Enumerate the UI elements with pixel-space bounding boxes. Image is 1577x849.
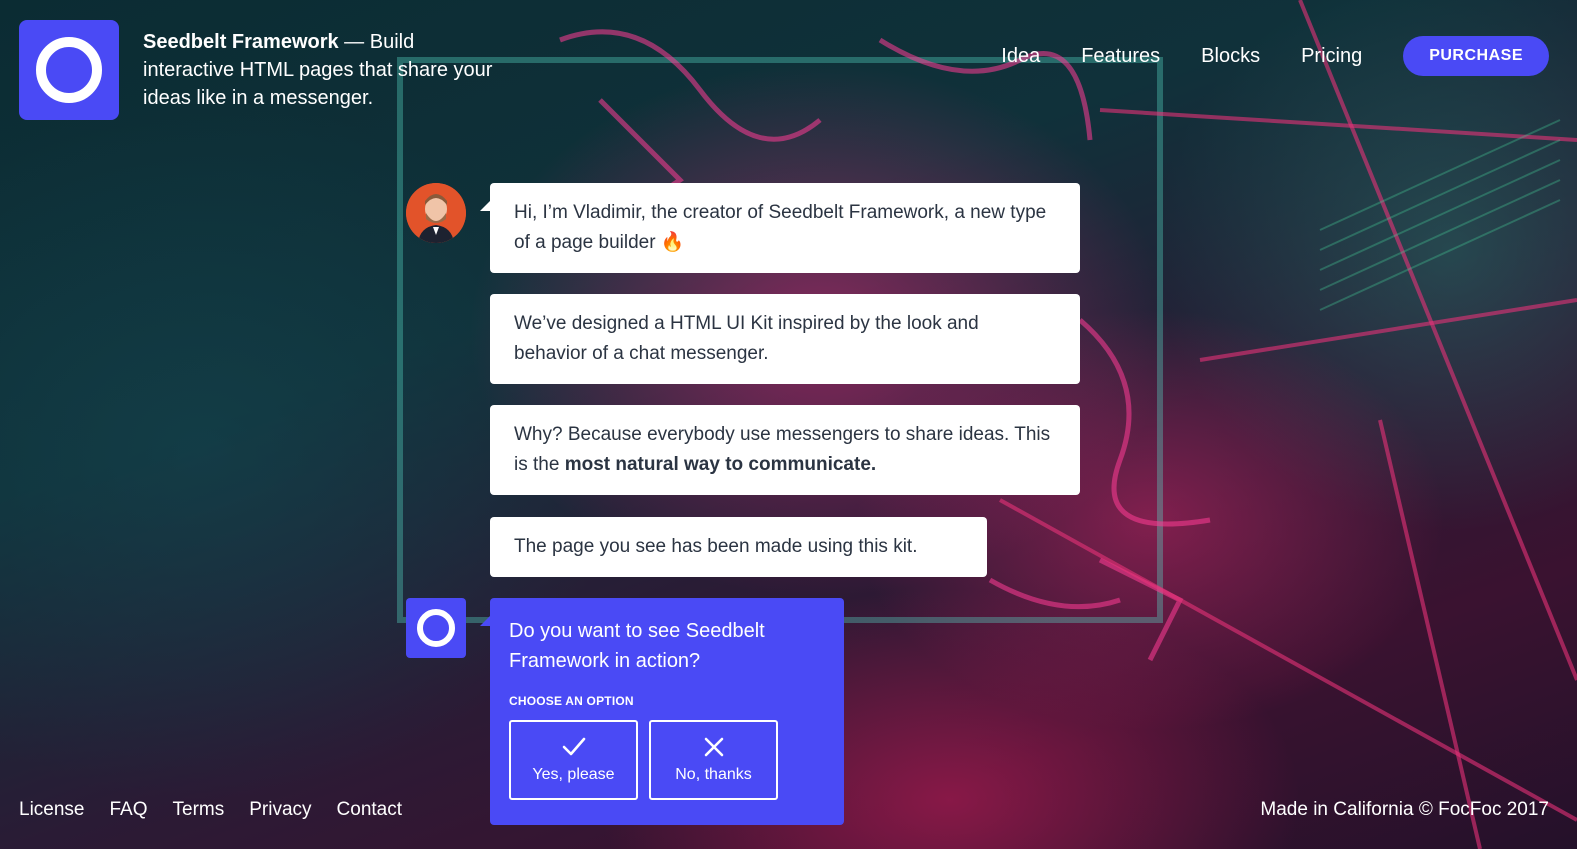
brand-tagline: Seedbelt Framework — Build interactive H… bbox=[143, 28, 503, 112]
chat-message-text: The page you see has been made using thi… bbox=[514, 536, 918, 557]
footer-link-privacy[interactable]: Privacy bbox=[249, 799, 311, 821]
brand-name: Seedbelt Framework bbox=[143, 31, 339, 53]
footer-credit: Made in California © FocFoc 2017 bbox=[1260, 799, 1549, 820]
bubble-tail bbox=[480, 616, 490, 626]
close-icon bbox=[704, 737, 723, 757]
yes-please-button[interactable]: Yes, please bbox=[509, 720, 638, 800]
bot-avatar bbox=[406, 598, 466, 658]
question-card: Do you want to see Seedbelt Framework in… bbox=[480, 598, 844, 825]
chat-message-emphasis: most natural way to communicate. bbox=[564, 454, 877, 475]
footer-link-terms[interactable]: Terms bbox=[173, 799, 225, 821]
chat-message-text: We’ve designed a HTML UI Kit inspired by… bbox=[514, 313, 979, 364]
option-label: No, thanks bbox=[675, 766, 752, 783]
nav-features[interactable]: Features bbox=[1081, 45, 1160, 68]
question-text: Do you want to see Seedbelt Framework in… bbox=[509, 620, 765, 672]
footer-links: License FAQ Terms Privacy Contact bbox=[19, 799, 427, 821]
nav-pricing[interactable]: Pricing bbox=[1301, 45, 1362, 68]
footer-link-license[interactable]: License bbox=[19, 799, 85, 821]
chat-message: Why? Because everybody use messengers to… bbox=[490, 405, 1080, 495]
nav-blocks[interactable]: Blocks bbox=[1201, 45, 1260, 68]
nav-idea[interactable]: Idea bbox=[1001, 45, 1040, 68]
chat-message: We’ve designed a HTML UI Kit inspired by… bbox=[490, 294, 1080, 384]
chat-message-text: Hi, I’m Vladimir, the creator of Seedbel… bbox=[514, 202, 1047, 253]
footer-link-faq[interactable]: FAQ bbox=[110, 799, 148, 821]
author-avatar bbox=[406, 183, 466, 243]
bubble-tail bbox=[480, 201, 490, 211]
option-label: Yes, please bbox=[532, 766, 615, 783]
chat-message: The page you see has been made using thi… bbox=[490, 517, 987, 577]
ring-logo-icon bbox=[417, 609, 455, 647]
purchase-button[interactable]: PURCHASE bbox=[1403, 36, 1549, 76]
no-thanks-button[interactable]: No, thanks bbox=[649, 720, 778, 800]
ring-logo-icon bbox=[36, 37, 102, 103]
brand-logo[interactable] bbox=[19, 20, 119, 120]
chat-message: Hi, I’m Vladimir, the creator of Seedbel… bbox=[480, 183, 1080, 273]
main-nav: Idea Features Blocks Pricing PURCHASE bbox=[1001, 36, 1549, 76]
footer-link-contact[interactable]: Contact bbox=[337, 799, 402, 821]
check-icon bbox=[562, 737, 585, 756]
option-group: Yes, please No, thanks bbox=[509, 720, 825, 800]
choose-option-label: CHOOSE AN OPTION bbox=[509, 694, 634, 708]
